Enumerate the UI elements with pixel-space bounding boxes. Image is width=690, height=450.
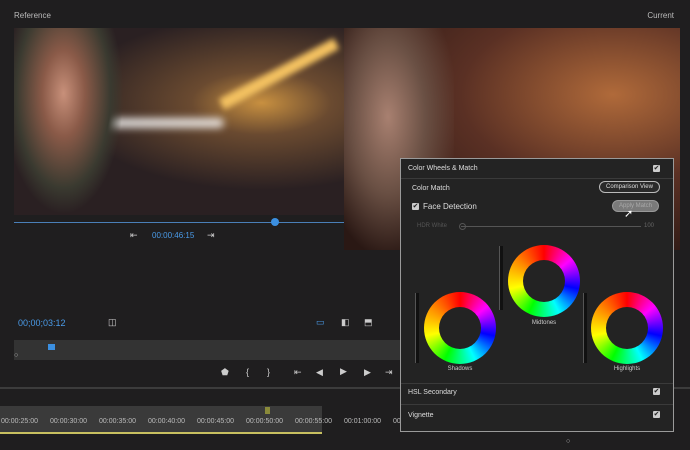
comparison-view-button[interactable]: Comparison View (599, 181, 660, 193)
comparison-view-icon[interactable]: ◫ (108, 317, 117, 328)
panel-title: Color Wheels & Match (408, 165, 478, 172)
timeline-tick: 00:00:55:00 (295, 418, 332, 425)
zoom-handle-icon[interactable]: ○ (14, 352, 18, 359)
face-detection-label: Face Detection (423, 202, 477, 211)
hdr-white-slider-handle[interactable] (459, 223, 466, 230)
timeline-tick: 00:00:45:00 (197, 418, 234, 425)
shadows-slider[interactable] (415, 293, 419, 363)
reference-timecode[interactable]: 00:00:46:15 (152, 231, 194, 240)
face-detection-checkbox[interactable]: ✔ (412, 203, 419, 210)
midtones-label: Midtones (531, 320, 557, 326)
reference-scrub-handle[interactable] (271, 218, 279, 226)
reference-label: Reference (14, 11, 51, 20)
hsl-secondary-label[interactable]: HSL Secondary (408, 389, 680, 396)
play-icon[interactable]: ▶ (340, 366, 347, 377)
reference-scrub-bar[interactable] (14, 222, 344, 223)
marker-icon[interactable]: ⬟ (221, 367, 229, 378)
mouse-cursor-icon: ➚ (624, 208, 634, 220)
playhead[interactable] (48, 344, 55, 350)
step-forward-frame-icon[interactable]: ▶ (364, 367, 371, 378)
go-to-out-icon[interactable]: ⇥ (385, 367, 393, 378)
highlights-label: Highlights (613, 366, 641, 372)
step-back-frame-icon[interactable]: ◀ (316, 367, 323, 378)
apply-match-button[interactable]: Apply Match (612, 200, 660, 212)
timeline-tick: 00:00:40:00 (148, 418, 185, 425)
work-area-bar[interactable] (0, 432, 322, 434)
step-forward-icon[interactable]: ⇥ (207, 230, 215, 241)
timeline-tick: 00:00:35:00 (99, 418, 136, 425)
vignette-checkbox[interactable]: ✔ (653, 411, 660, 418)
hdr-white-slider[interactable] (461, 226, 641, 227)
vertical-split-icon[interactable]: ◧ (341, 317, 350, 328)
current-label: Current (647, 11, 674, 20)
midtones-wheel[interactable] (508, 245, 580, 317)
color-wheels-match-panel: Color Wheels & Match ✔ Color Match Compa… (400, 158, 674, 432)
shadows-label: Shadows (447, 366, 473, 372)
timeline-marker[interactable] (265, 407, 270, 414)
shadows-wheel[interactable] (424, 292, 496, 364)
step-back-icon[interactable]: ⇤ (130, 230, 138, 241)
hdr-white-value: 100 (644, 223, 655, 229)
scroll-handle-icon[interactable]: ○ (566, 438, 570, 445)
timeline-tick: 00:00:50:00 (246, 418, 283, 425)
midtones-slider[interactable] (499, 246, 503, 310)
timeline-tick: 00:00:30:00 (50, 418, 87, 425)
mark-out-icon[interactable]: } (267, 367, 270, 377)
program-timecode[interactable]: 00;00;03:12 (18, 318, 66, 328)
highlights-slider[interactable] (583, 293, 587, 363)
program-ruler[interactable] (14, 340, 400, 360)
mark-in-icon[interactable]: { (246, 367, 249, 377)
side-by-side-icon[interactable]: ▭ (316, 317, 325, 328)
highlights-wheel[interactable] (591, 292, 663, 364)
hsl-secondary-checkbox[interactable]: ✔ (653, 388, 660, 395)
panel-enable-checkbox[interactable]: ✔ (653, 165, 660, 172)
timeline-tick: 00:00:25:00 (1, 418, 38, 425)
timeline-tick: 00:01:00:00 (344, 418, 381, 425)
go-to-in-icon[interactable]: ⇤ (294, 367, 302, 378)
horizontal-split-icon[interactable]: ⬒ (364, 317, 373, 328)
vignette-label[interactable]: Vignette (408, 412, 680, 419)
reference-video-frame (14, 28, 344, 215)
